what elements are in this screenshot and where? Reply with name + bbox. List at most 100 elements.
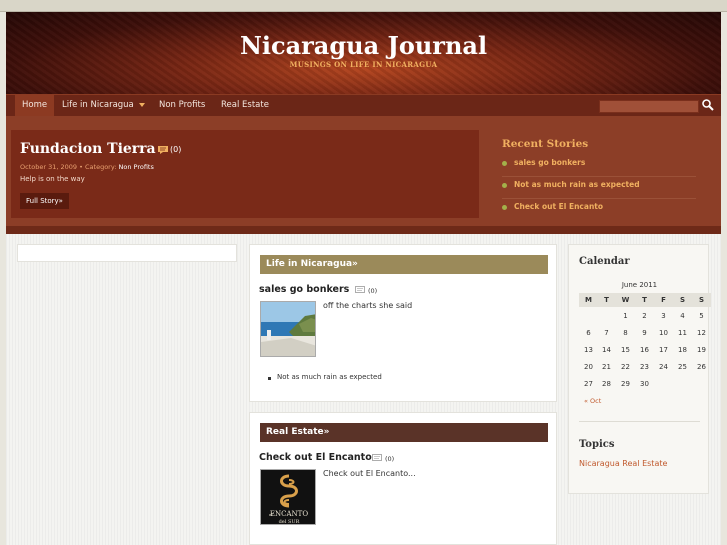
calendar-day: 20 [584, 363, 593, 371]
nav-item-real-estate[interactable]: Real Estate [214, 95, 276, 116]
full-story-button[interactable]: Full Story» [20, 193, 69, 209]
bullet-icon [502, 161, 507, 166]
calendar-day: 29 [621, 380, 630, 388]
calendar-day: 21 [602, 363, 611, 371]
calendar-day: 25 [678, 363, 687, 371]
calendar-day: 30 [640, 380, 649, 388]
comment-icon[interactable] [372, 454, 382, 462]
search-input[interactable] [599, 100, 699, 113]
nav-item-home[interactable]: Home [15, 95, 55, 116]
recent-story-link[interactable]: Check out El Encanto [514, 202, 603, 211]
browser-top-strip [0, 0, 727, 12]
recent-story-item[interactable]: Not as much rain as expected [502, 177, 696, 199]
calendar-weekday: M [579, 293, 598, 307]
category-panel-life: Life in Nicaragua» sales go bonkers (0) [249, 244, 557, 402]
topics-link[interactable]: Nicaragua Real Estate [579, 459, 667, 468]
calendar-day: 17 [659, 346, 668, 354]
calendar-weekday: F [654, 293, 673, 307]
el-encanto-logo: ENCANTO el del SUR [261, 470, 315, 525]
chevron-down-icon [138, 102, 145, 107]
comment-count[interactable]: (0) [385, 455, 394, 463]
calendar-day: 7 [604, 329, 609, 337]
bullet-icon [268, 377, 271, 380]
meta-separator: • Category: [77, 163, 119, 171]
site-header: Nicaragua Journal MUSINGS ON LIFE IN NIC… [6, 12, 721, 94]
calendar-day: 5 [699, 312, 704, 320]
category-panel-real-estate: Real Estate» Check out El Encanto (0) EN… [249, 412, 557, 545]
calendar-day: 27 [584, 380, 593, 388]
calendar-day: 6 [586, 329, 591, 337]
site-tagline: MUSINGS ON LIFE IN NICARAGUA [289, 60, 438, 69]
featured-area: Fundacion Tierra (0) October 31, 2009 • … [6, 116, 721, 234]
comment-count[interactable]: (0) [170, 145, 181, 154]
post-date: October 31, 2009 [20, 163, 78, 171]
calendar-day: 19 [697, 346, 706, 354]
calendar-weekday: T [635, 293, 654, 307]
content-area: Life in Nicaragua» sales go bonkers (0) [6, 234, 721, 545]
calendar-caption: June 2011 [621, 281, 658, 289]
recent-story-item[interactable]: sales go bonkers [502, 155, 696, 177]
post-excerpt: off the charts she said [323, 301, 413, 310]
recent-stories-title: Recent Stories [502, 138, 589, 150]
calendar-title: Calendar [579, 256, 630, 267]
post-thumbnail[interactable] [260, 301, 316, 357]
calendar-weekday: S [692, 293, 711, 307]
calendar-day: 3 [661, 312, 666, 320]
nav-item-life-in-nicaragua[interactable]: Life in Nicaragua [55, 95, 152, 116]
comment-icon[interactable] [355, 286, 365, 294]
calendar-day: 22 [621, 363, 630, 371]
calendar-day: 15 [621, 346, 630, 354]
calendar-day: 12 [697, 329, 706, 337]
recent-story-item[interactable]: Check out El Encanto [502, 199, 696, 221]
post-category-link[interactable]: Non Profits [118, 163, 153, 171]
calendar-prev-link[interactable]: « Oct [584, 397, 601, 405]
comment-count[interactable]: (0) [368, 287, 377, 295]
calendar-day: 14 [602, 346, 611, 354]
nav-item-label: Real Estate [221, 100, 269, 110]
featured-post-excerpt: Help is on the way [20, 175, 85, 183]
nav-item-label: Life in Nicaragua [62, 100, 134, 110]
calendar-day: 26 [697, 363, 706, 371]
category-heading-real-estate[interactable]: Real Estate» [260, 423, 548, 442]
site-title[interactable]: Nicaragua Journal [6, 31, 721, 60]
calendar-day: 9 [642, 329, 647, 337]
featured-post-title[interactable]: Fundacion Tierra [20, 141, 156, 157]
left-column-box [17, 244, 237, 262]
bullet-icon [502, 205, 507, 210]
calendar-day: 1 [623, 312, 628, 320]
calendar-weekday: W [616, 293, 635, 307]
post-title[interactable]: Check out El Encanto [259, 452, 372, 463]
divider [579, 421, 700, 422]
calendar-day: 4 [680, 312, 685, 320]
calendar-day: 10 [659, 329, 668, 337]
search-icon[interactable] [701, 98, 715, 112]
calendar-day: 11 [678, 329, 687, 337]
calendar-day: 23 [640, 363, 649, 371]
nav-item-label: Non Profits [159, 100, 206, 110]
recent-story-link[interactable]: Not as much rain as expected [514, 180, 640, 189]
nav-item-non-profits[interactable]: Non Profits [152, 95, 212, 116]
post-list-link[interactable]: Not as much rain as expected [277, 373, 382, 381]
comment-icon[interactable] [158, 146, 168, 154]
post-excerpt: Check out El Encanto... [323, 469, 416, 478]
recent-story-link[interactable]: sales go bonkers [514, 158, 585, 167]
logo-suffix: del SUR [279, 519, 300, 525]
topics-title: Topics [579, 439, 615, 450]
calendar-day: 16 [640, 346, 649, 354]
calendar-day: 24 [659, 363, 668, 371]
post-thumbnail[interactable]: ENCANTO el del SUR [260, 469, 316, 525]
coastline-image [261, 302, 315, 356]
post-title[interactable]: sales go bonkers [259, 284, 349, 295]
calendar-day: 8 [623, 329, 628, 337]
featured-post-meta: October 31, 2009 • Category: Non Profits [20, 163, 154, 171]
featured-post: Fundacion Tierra (0) October 31, 2009 • … [11, 130, 479, 218]
page-wrapper: Nicaragua Journal MUSINGS ON LIFE IN NIC… [6, 12, 721, 545]
logo-text: ENCANTO [270, 510, 308, 518]
calendar-day: 2 [642, 312, 647, 320]
category-heading-life[interactable]: Life in Nicaragua» [260, 255, 548, 274]
main-nav: Home Life in Nicaragua Non Profits Real … [6, 94, 721, 116]
calendar-weekday: S [673, 293, 692, 307]
calendar-weekday: T [597, 293, 616, 307]
calendar-day: 28 [602, 380, 611, 388]
sidebar: Calendar June 2011 MTWTFSS 1 2 3 4 5 6 7 8 9 10 11… [568, 244, 711, 494]
